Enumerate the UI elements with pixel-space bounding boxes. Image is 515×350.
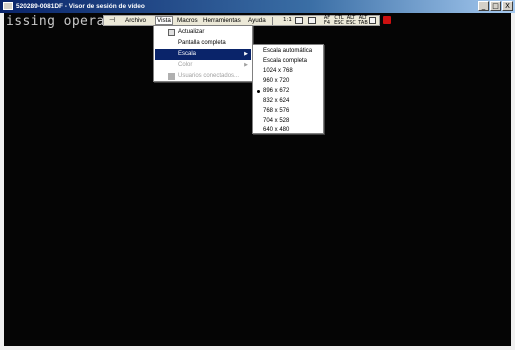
- refresh-view-icon[interactable]: [295, 17, 303, 24]
- alt-f4-icon[interactable]: AF F4: [322, 16, 332, 26]
- keyboard-icon[interactable]: [369, 17, 376, 24]
- alt-esc-icon[interactable]: ALT ESC: [346, 16, 356, 26]
- submenu-arrow-icon: ▶: [244, 51, 248, 57]
- menu-vista[interactable]: Vista: [155, 16, 173, 25]
- ctrl-esc-icon[interactable]: CTL ESC: [334, 16, 344, 26]
- window-frame-bottom: [0, 346, 515, 350]
- alt-tab-icon[interactable]: ALT TAB: [358, 16, 368, 26]
- window-frame-right: [511, 13, 515, 350]
- selected-radio-icon: [257, 90, 260, 93]
- menu-herramientas[interactable]: Herramientas: [202, 16, 242, 25]
- submenu-arrow-icon: ▶: [244, 62, 248, 68]
- app-icon: [3, 2, 13, 10]
- toolbar-separator: [272, 17, 273, 25]
- toolbar-icons: 1:1 AF F4 CTL ESC ALT ESC ALT TAB: [280, 15, 380, 26]
- vista-item-pantalla-completa[interactable]: Pantalla completa: [155, 38, 251, 49]
- vista-item-usuarios[interactable]: Usuarios conectados...: [155, 71, 251, 82]
- power-icon[interactable]: [383, 16, 391, 24]
- window-title: 520289-0081DF - Visor de sesión de vídeo: [16, 3, 145, 10]
- refresh-icon: [168, 29, 175, 36]
- menu-macros[interactable]: Macros: [176, 16, 199, 25]
- minimize-button[interactable]: _: [478, 1, 489, 11]
- vista-item-color[interactable]: Color ▶: [155, 60, 251, 71]
- pin-icon[interactable]: ⊣: [109, 16, 115, 25]
- vista-item-actualizar[interactable]: Actualizar: [155, 27, 251, 38]
- close-button[interactable]: X: [502, 1, 513, 11]
- vista-item-escala[interactable]: Escala ▶: [155, 49, 251, 60]
- users-icon: [168, 73, 175, 80]
- escala-submenu: Escala automática Escala completa 1024 x…: [252, 44, 324, 134]
- menu-archivo[interactable]: Archivo: [124, 16, 147, 25]
- vista-menu: Actualizar Pantalla completa Escala ▶ Co…: [153, 25, 253, 82]
- menu-ayuda[interactable]: Ayuda: [247, 16, 267, 25]
- full-screen-icon[interactable]: [308, 17, 316, 24]
- scale-1-1-icon[interactable]: 1:1: [283, 16, 292, 25]
- scale-option-640[interactable]: 640 x 480: [254, 126, 322, 134]
- title-bar[interactable]: 520289-0081DF - Visor de sesión de vídeo…: [0, 0, 515, 13]
- maximize-button[interactable]: □: [490, 1, 501, 11]
